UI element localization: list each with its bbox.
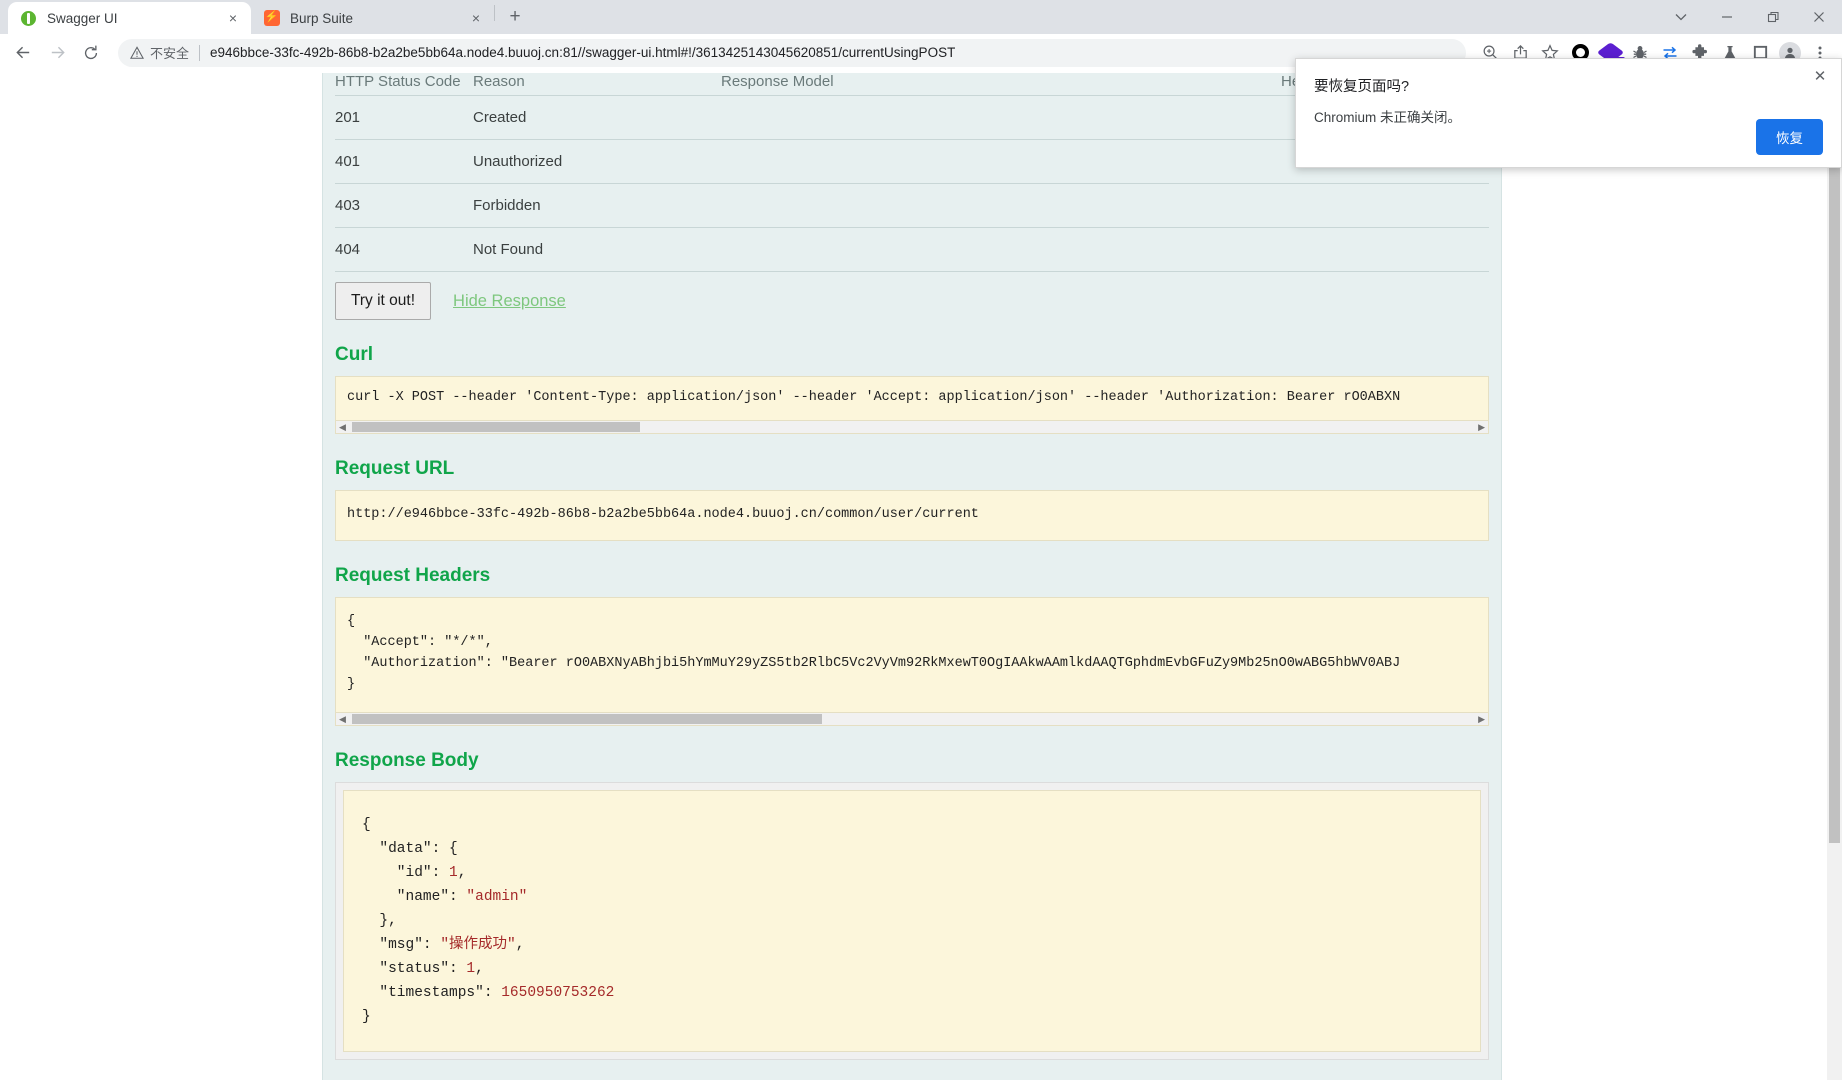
json-line: } xyxy=(362,1009,371,1026)
scroll-thumb[interactable] xyxy=(352,713,822,724)
json-key: "name": xyxy=(362,888,467,905)
curl-horizontal-scrollbar[interactable]: ◀ ▶ xyxy=(335,420,1489,434)
column-header-status-code: HTTP Status Code xyxy=(335,73,473,96)
scroll-right-icon[interactable]: ▶ xyxy=(1478,421,1485,433)
page-vertical-scrollbar[interactable] xyxy=(1827,73,1842,1080)
hide-response-link[interactable]: Hide Response xyxy=(453,292,566,311)
json-value: "admin" xyxy=(466,888,528,905)
json-value: 1 xyxy=(466,960,476,977)
cell-reason: Forbidden xyxy=(473,183,721,228)
cell-headers xyxy=(1281,183,1489,228)
cell-model xyxy=(721,139,1281,184)
json-punct: , xyxy=(475,960,484,977)
json-punct: , xyxy=(457,864,467,881)
close-icon[interactable]: × xyxy=(466,8,486,28)
request-url-box: http://e946bbce-33fc-492b-86b8-b2a2be5bb… xyxy=(335,489,1489,541)
response-body-json: { "data": { "id": 1, "name": "admin" }, … xyxy=(343,789,1481,1053)
cell-status-code: 404 xyxy=(335,227,473,272)
response-body-wrapper: { "data": { "id": 1, "name": "admin" }, … xyxy=(335,781,1489,1061)
security-label: 不安全 xyxy=(150,46,190,61)
json-value: 1650950753262 xyxy=(501,984,615,1001)
cell-status-code: 401 xyxy=(335,139,473,184)
tab-divider xyxy=(494,5,495,21)
page-viewport: HTTP Status Code Reason Response Model H… xyxy=(0,73,1842,1080)
maximize-restore-icon[interactable] xyxy=(1750,1,1796,33)
json-value: 1 xyxy=(449,864,458,881)
not-secure-warning-icon xyxy=(130,45,144,60)
scroll-thumb[interactable] xyxy=(1829,168,1840,843)
browser-tab-strip: Swagger UI × Burp Suite × + xyxy=(0,0,1842,34)
action-row: Try it out! Hide Response xyxy=(335,272,1489,320)
request-headers-box: { "Accept": "*/*", "Authorization": "Bea… xyxy=(335,596,1489,713)
json-line: { xyxy=(362,816,371,833)
forward-icon[interactable] xyxy=(42,38,72,68)
json-value: "操作成功" xyxy=(440,936,516,953)
cell-model xyxy=(721,227,1281,272)
tab-swagger-ui[interactable]: Swagger UI × xyxy=(8,2,251,34)
back-icon[interactable] xyxy=(8,38,38,68)
window-controls xyxy=(1658,0,1842,34)
swagger-operation-panel: HTTP Status Code Reason Response Model H… xyxy=(322,73,1502,1080)
json-key: "id": xyxy=(362,864,450,881)
restore-button[interactable]: 恢复 xyxy=(1756,119,1823,155)
column-header-reason: Reason xyxy=(473,73,721,96)
scroll-left-icon[interactable]: ◀ xyxy=(339,421,346,433)
reload-icon[interactable] xyxy=(76,38,106,68)
json-punct: , xyxy=(515,936,525,953)
table-row: 404 Not Found xyxy=(335,227,1489,272)
bubble-message: Chromium 未正确关闭。 xyxy=(1314,110,1462,125)
bubble-title: 要恢复页面吗? xyxy=(1314,79,1410,95)
json-line: }, xyxy=(362,912,397,929)
cell-model xyxy=(721,183,1281,228)
restore-pages-bubble: ✕ 要恢复页面吗? Chromium 未正确关闭。 恢复 xyxy=(1295,58,1842,168)
json-line: "data": { xyxy=(362,840,458,857)
column-header-response-model: Response Model xyxy=(721,73,1281,96)
cell-headers xyxy=(1281,227,1489,272)
response-body-section-title: Response Body xyxy=(335,749,479,771)
url-text: e946bbce-33fc-492b-86b8-b2a2be5bb64a.nod… xyxy=(210,45,956,60)
try-it-out-button[interactable]: Try it out! xyxy=(335,282,432,320)
scroll-left-icon[interactable]: ◀ xyxy=(339,713,346,725)
tab-title: Burp Suite xyxy=(290,10,354,26)
json-key: "status": xyxy=(362,960,467,977)
cell-reason: Unauthorized xyxy=(473,139,721,184)
close-icon[interactable]: × xyxy=(223,8,243,28)
cell-status-code: 201 xyxy=(335,95,473,140)
swagger-circle-icon xyxy=(20,10,37,27)
request-url-section-title: Request URL xyxy=(335,457,455,479)
scroll-right-icon[interactable]: ▶ xyxy=(1478,713,1485,725)
burp-bolt-icon xyxy=(263,9,280,27)
tab-burp-suite[interactable]: Burp Suite × xyxy=(251,2,494,34)
minimize-icon[interactable] xyxy=(1704,1,1750,33)
close-window-icon[interactable] xyxy=(1796,1,1842,33)
close-icon[interactable]: ✕ xyxy=(1809,65,1831,87)
request-headers-section-title: Request Headers xyxy=(335,564,491,586)
curl-command-box: curl -X POST --header 'Content-Type: app… xyxy=(335,376,1489,421)
scroll-thumb[interactable] xyxy=(352,421,640,432)
curl-section-title: Curl xyxy=(335,344,373,365)
new-tab-button[interactable]: + xyxy=(501,3,529,31)
table-row: 403 Forbidden xyxy=(335,183,1489,228)
address-bar[interactable]: 不安全 e946bbce-33fc-492b-86b8-b2a2be5bb64a… xyxy=(118,38,1466,67)
cell-status-code: 403 xyxy=(335,183,473,228)
cell-reason: Created xyxy=(473,95,721,140)
tab-search-chevron-down-icon[interactable] xyxy=(1658,1,1704,33)
cell-model xyxy=(721,95,1281,140)
tab-title: Swagger UI xyxy=(47,10,118,26)
omnibox-divider xyxy=(199,44,201,61)
json-key: "msg": xyxy=(362,936,441,953)
json-key: "timestamps": xyxy=(362,984,502,1001)
cell-reason: Not Found xyxy=(473,227,721,272)
request-headers-horizontal-scrollbar[interactable]: ◀ ▶ xyxy=(335,712,1489,726)
